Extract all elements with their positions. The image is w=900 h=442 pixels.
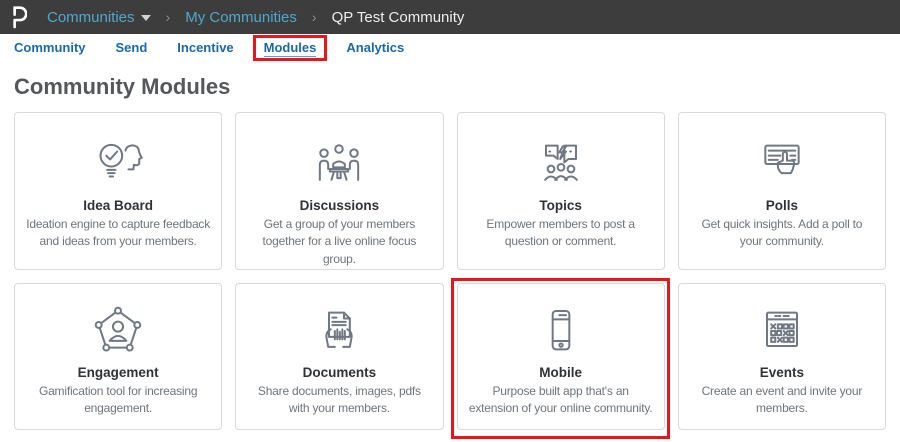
card-engagement[interactable]: Engagement Gamification tool for increas…	[14, 283, 222, 430]
tab-community[interactable]: Community	[14, 40, 86, 56]
engagement-icon	[91, 304, 145, 356]
app-logo-icon[interactable]	[10, 4, 27, 30]
events-icon	[755, 304, 809, 356]
documents-icon	[312, 304, 366, 356]
discussions-icon	[312, 137, 366, 189]
tab-analytics[interactable]: Analytics	[346, 40, 404, 56]
card-topics[interactable]: Topics Empower members to post a questio…	[457, 112, 665, 270]
breadcrumb-current-community: QP Test Community	[332, 9, 465, 26]
card-description: Ideation engine to capture feedback and …	[23, 216, 213, 251]
idea-board-icon	[91, 137, 145, 189]
topbar: Communities › My Communities › QP Test C…	[0, 0, 900, 34]
card-description: Get quick insights. Add a poll to your c…	[687, 216, 877, 251]
card-title: Topics	[539, 198, 582, 213]
card-mobile[interactable]: Mobile Purpose built app that's an exten…	[457, 283, 665, 430]
card-title: Engagement	[78, 365, 159, 380]
card-description: Purpose built app that's an extension of…	[466, 383, 656, 418]
tab-modules[interactable]: Modules	[264, 40, 317, 56]
communities-menu-label: Communities	[47, 9, 135, 26]
card-documents[interactable]: Documents Share documents, images, pdfs …	[235, 283, 443, 430]
topics-icon	[534, 137, 588, 189]
polls-icon	[755, 137, 809, 189]
tab-incentive[interactable]: Incentive	[177, 40, 233, 56]
community-nav: Community Send Incentive Modules Analyti…	[0, 34, 900, 62]
card-title: Mobile	[539, 365, 582, 380]
card-description: Gamification tool for increasing engagem…	[23, 383, 213, 418]
card-discussions[interactable]: Discussions Get a group of your members …	[235, 112, 443, 270]
tab-send[interactable]: Send	[116, 40, 148, 56]
card-description: Empower members to post a question or co…	[466, 216, 656, 251]
breadcrumb-my-communities[interactable]: My Communities	[185, 9, 297, 26]
communities-menu[interactable]: Communities	[47, 9, 151, 26]
mobile-icon	[534, 304, 588, 356]
breadcrumb-separator: ›	[161, 9, 176, 25]
card-title: Documents	[303, 365, 377, 380]
caret-down-icon	[141, 15, 151, 21]
card-events[interactable]: Events Create an event and invite your m…	[678, 283, 886, 430]
card-title: Discussions	[300, 198, 380, 213]
card-description: Create an event and invite your members.	[687, 383, 877, 418]
breadcrumb-separator: ›	[307, 9, 322, 25]
card-description: Share documents, images, pdfs with your …	[244, 383, 434, 418]
card-polls[interactable]: Polls Get quick insights. Add a poll to …	[678, 112, 886, 270]
modules-grid: Idea Board Ideation engine to capture fe…	[14, 112, 886, 430]
card-idea-board[interactable]: Idea Board Ideation engine to capture fe…	[14, 112, 222, 270]
card-title: Events	[760, 365, 804, 380]
card-description: Get a group of your members together for…	[244, 216, 434, 268]
card-title: Polls	[766, 198, 798, 213]
card-title: Idea Board	[83, 198, 153, 213]
page-title: Community Modules	[14, 74, 900, 100]
